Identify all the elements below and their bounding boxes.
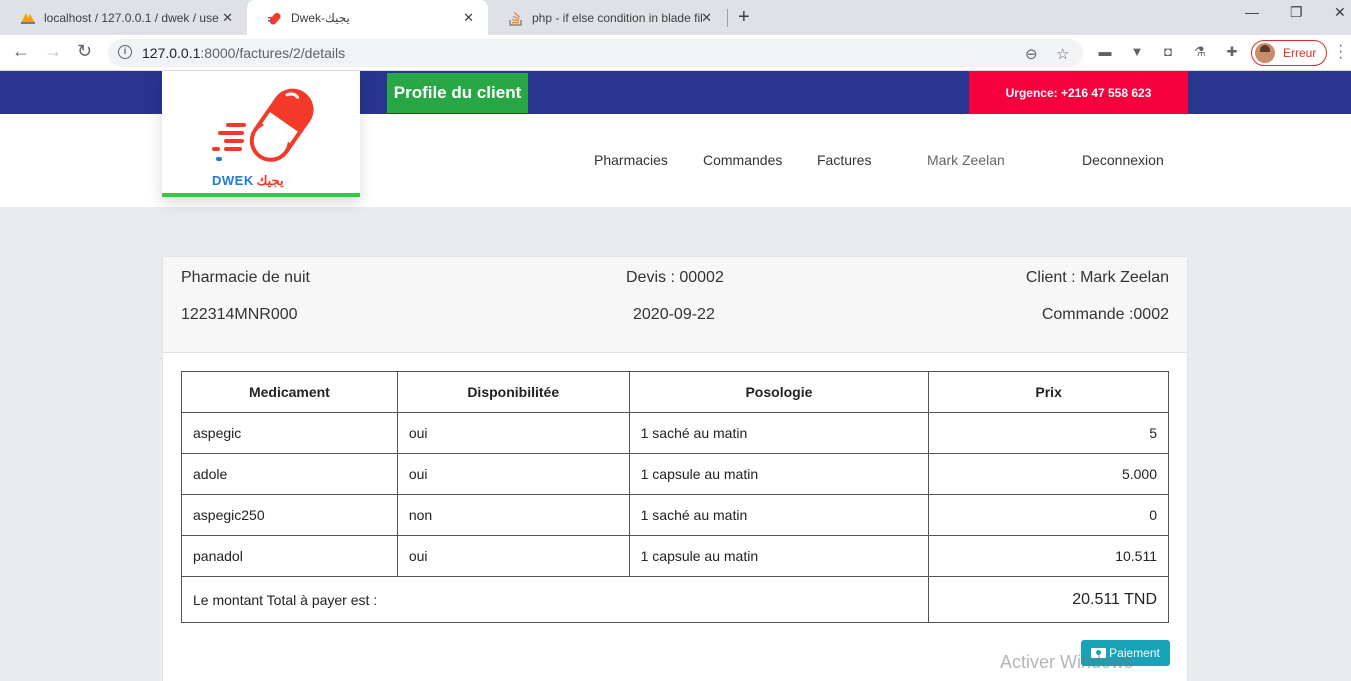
incognito-ext-icon[interactable]: ▬ [1097, 44, 1113, 60]
cell-posologie: 1 capsule au matin [628, 535, 930, 577]
restore-icon[interactable]: ❐ [1290, 4, 1303, 21]
devis-number: Devis : 00002 [626, 269, 724, 286]
extensions-puzzle-icon[interactable]: ✚ [1224, 44, 1240, 60]
pill-logo-icon [212, 88, 314, 162]
vue-ext-icon[interactable]: ▼ [1129, 44, 1145, 60]
profile-button[interactable]: Erreur [1251, 40, 1327, 66]
tab-separator [727, 9, 728, 27]
site-info-icon[interactable]: i [118, 45, 132, 59]
cell-disponibilite: oui [396, 535, 630, 577]
browser-menu-icon[interactable]: · · · [1338, 38, 1343, 66]
table-header-row: Medicament Disponibilitée Posologie Prix [181, 371, 1169, 413]
col-prix: Prix [928, 371, 1169, 413]
dwek-pill-icon [267, 10, 283, 26]
reload-icon[interactable]: ↻ [77, 41, 92, 62]
logo-text: DWEK يجيك [212, 173, 284, 189]
tab-title: localhost / 127.0.0.1 / dwek / use [44, 10, 219, 25]
total-row: Le montant Total à payer est : 20.511 TN… [180, 576, 1169, 623]
windows-activation-watermark: Activer Windows [1000, 652, 1134, 672]
commande-number: Commande :0002 [1041, 306, 1169, 323]
browser-tab-dwek[interactable]: Dwek-يجيك ✕ [247, 0, 488, 35]
cell-medicament: panadol [181, 535, 398, 577]
flask-ext-icon[interactable]: ⚗ [1192, 44, 1208, 60]
invoice-card: Pharmacie de nuit 122314MNR000 Devis : 0… [162, 256, 1188, 681]
cell-medicament: aspegic [181, 412, 398, 454]
avatar [1255, 43, 1275, 63]
table-row: aspegic oui 1 saché au matin 5 [181, 412, 1169, 454]
minimize-icon[interactable]: — [1245, 4, 1259, 20]
phpmyadmin-icon [20, 10, 36, 26]
col-disponibilite: Disponibilitée [396, 371, 630, 413]
total-label: Le montant Total à payer est : [180, 576, 930, 623]
logo-arabic: يجيك [256, 173, 284, 188]
cell-prix: 5.000 [928, 453, 1169, 495]
browser-tab-stackoverflow[interactable]: php - if else condition in blade fil ✕ [488, 0, 726, 35]
forward-arrow-icon[interactable]: → [44, 41, 62, 62]
urgence-phone: Urgence: +216 47 558 623 [969, 71, 1188, 114]
total-value: 20.511 TND [928, 576, 1169, 623]
cell-posologie: 1 capsule au matin [628, 453, 930, 495]
nav-deconnexion[interactable]: Deconnexion [1082, 152, 1164, 168]
pharmacy-code: 122314MNR000 [181, 306, 298, 323]
invoice-header: Pharmacie de nuit 122314MNR000 Devis : 0… [163, 257, 1187, 353]
table-row: adole oui 1 capsule au matin 5.000 [181, 453, 1169, 495]
cell-disponibilite: oui [396, 453, 630, 495]
cell-prix: 5 [928, 412, 1169, 454]
cell-medicament: adole [181, 453, 398, 495]
cell-medicament: aspegic250 [181, 494, 398, 536]
logo[interactable]: DWEK يجيك [162, 71, 360, 197]
table-row: aspegic250 non 1 saché au matin 0 [181, 494, 1169, 536]
url-text: 127.0.0.1:8000/factures/2/details [142, 45, 345, 61]
nav-factures[interactable]: Factures [817, 152, 871, 168]
cell-prix: 0 [928, 494, 1169, 536]
cell-posologie: 1 saché au matin [628, 412, 930, 454]
url-host: 127.0.0.1 [142, 45, 201, 61]
pharmacy-name: Pharmacie de nuit [181, 269, 310, 286]
col-medicament: Medicament [181, 371, 398, 413]
tab-title: Dwek-يجيك [291, 10, 350, 25]
back-arrow-icon[interactable]: ← [12, 41, 30, 62]
nav-commandes[interactable]: Commandes [703, 152, 782, 168]
address-bar[interactable]: i 127.0.0.1:8000/factures/2/details ⊖ ☆ [108, 39, 1083, 67]
nav-user-name[interactable]: Mark Zeelan [927, 152, 1005, 168]
browser-tab-phpmyadmin[interactable]: localhost / 127.0.0.1 / dwek / use ✕ [0, 0, 247, 35]
close-icon[interactable]: ✕ [701, 10, 712, 26]
page: Profile du client Urgence: +216 47 558 6… [0, 71, 1351, 681]
cell-posologie: 1 saché au matin [628, 494, 930, 536]
nav-pharmacies[interactable]: Pharmacies [594, 152, 668, 168]
col-posologie: Posologie [628, 371, 930, 413]
browser-toolbar: ← → ↻ i 127.0.0.1:8000/factures/2/detail… [0, 35, 1351, 71]
close-window-icon[interactable]: ✕ [1334, 4, 1346, 21]
browser-tabbar: localhost / 127.0.0.1 / dwek / use ✕ Dwe… [0, 0, 1351, 35]
cell-prix: 10.511 [928, 535, 1169, 577]
close-icon[interactable]: ✕ [463, 10, 474, 26]
cell-disponibilite: oui [396, 412, 630, 454]
ublock-ext-icon[interactable]: ◘ [1160, 44, 1176, 60]
invoice-date: 2020-09-22 [633, 306, 715, 323]
close-icon[interactable]: ✕ [222, 10, 233, 26]
bookmark-star-icon[interactable]: ☆ [1056, 45, 1069, 63]
client-name: Client : Mark Zeelan [1025, 269, 1169, 286]
table-row: panadol oui 1 capsule au matin 10.511 [181, 535, 1169, 577]
stackoverflow-icon [508, 10, 524, 26]
logo-latin: DWEK [212, 173, 254, 188]
url-path: :8000/factures/2/details [200, 45, 346, 61]
cell-disponibilite: non [396, 494, 630, 536]
profile-tag: Profile du client [387, 73, 528, 113]
zoom-icon[interactable]: ⊖ [1025, 45, 1038, 63]
medications-table: Medicament Disponibilitée Posologie Prix… [180, 371, 1169, 623]
new-tab-plus-icon[interactable]: + [738, 6, 750, 29]
tab-title: php - if else condition in blade fil [532, 10, 703, 25]
profile-label: Erreur [1283, 46, 1317, 60]
